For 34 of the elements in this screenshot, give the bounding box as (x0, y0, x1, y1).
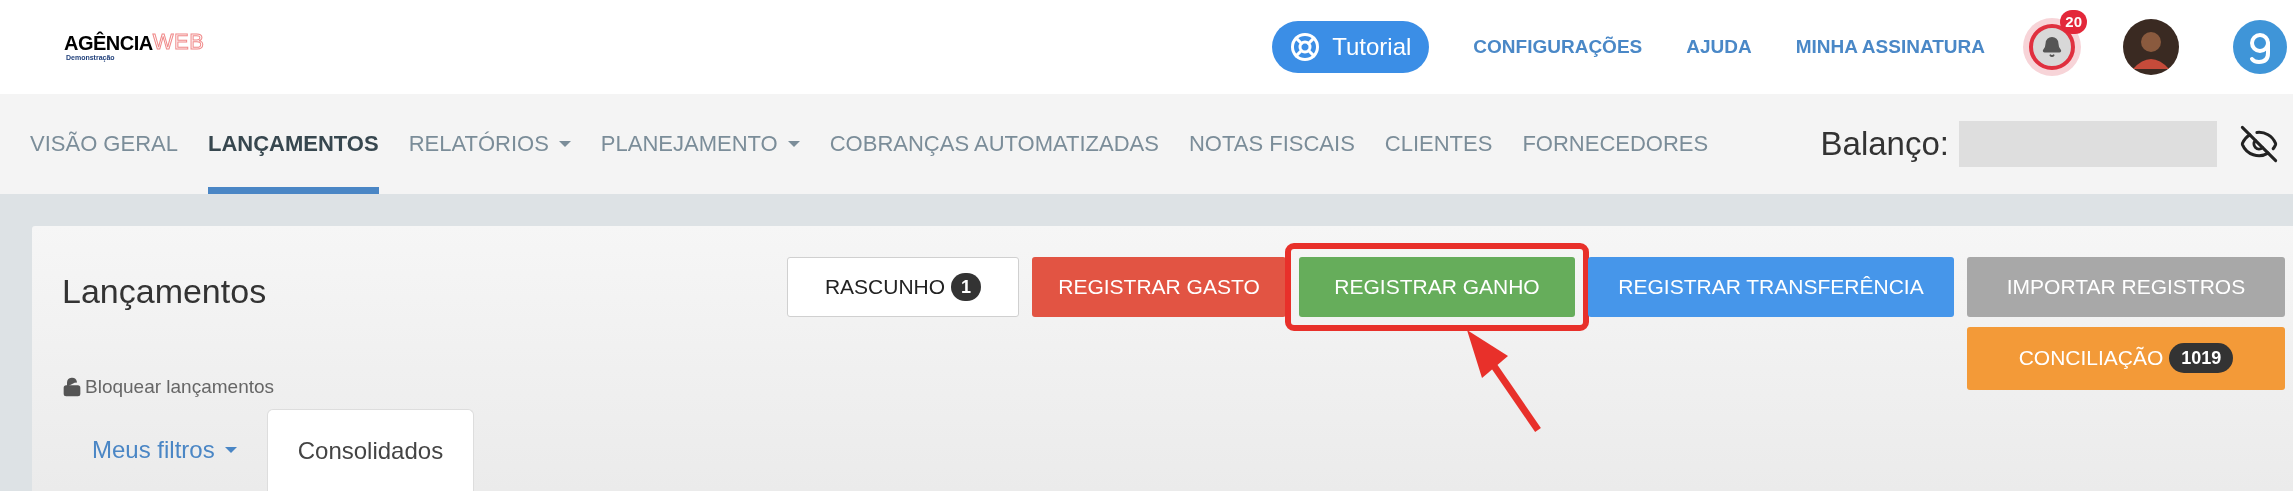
tutorial-button[interactable]: Tutorial (1272, 21, 1430, 74)
nav-tab[interactable]: CLIENTES (1384, 94, 1493, 194)
unlock-icon (62, 376, 82, 397)
avatar[interactable] (2123, 19, 2179, 76)
action-button[interactable]: IMPORTAR REGISTROS (1967, 256, 2285, 317)
hide-balance-icon[interactable] (2239, 123, 2279, 164)
action-button[interactable]: REGISTRAR GANHO (1299, 256, 1575, 317)
action-button[interactable]: REGISTRAR GASTO (1032, 256, 1286, 317)
nav-tab[interactable]: PLANEJAMENTO (600, 94, 800, 194)
balance-label: Balanço: (1820, 124, 1949, 165)
nav-tab[interactable]: LANÇAMENTOS (207, 94, 379, 194)
action-button[interactable]: REGISTRAR TRANSFERÊNCIA (1588, 256, 1954, 317)
notification-count: 20 (2060, 10, 2087, 35)
nav-tab[interactable]: COBRANÇAS AUTOMATIZADAS (829, 94, 1159, 194)
header-link[interactable]: MINHA ASSINATURA (1795, 32, 1985, 62)
lifebuoy-icon (1290, 32, 1321, 63)
app-logo-icon[interactable] (2233, 20, 2287, 75)
header-link[interactable]: CONFIGURAÇÕES (1473, 32, 1643, 62)
bell-icon (2041, 36, 2063, 59)
logo-wordmark: AGÊNCIA (64, 32, 153, 53)
page-title: Lançamentos (62, 270, 267, 311)
reconcile-button[interactable]: CONCILIAÇÃO 1019 (1967, 326, 2285, 390)
lock-entries-link[interactable]: Bloquear lançamentos (85, 372, 275, 401)
action-button[interactable]: RASCUNHO 1 (787, 256, 1019, 317)
logo-accent: WEB (152, 30, 205, 53)
header-link[interactable]: AJUDA (1686, 32, 1752, 62)
filter-tab[interactable]: Consolidados (266, 409, 475, 491)
nav-tab[interactable]: FORNECEDORES (1522, 94, 1709, 194)
count-badge: 1019 (2169, 343, 2234, 373)
nav-tab[interactable]: VISÃO GERAL (30, 94, 178, 194)
nav-tab[interactable]: NOTAS FISCAIS (1188, 94, 1355, 194)
filter-tab[interactable]: Meus filtros (62, 409, 267, 491)
count-badge: 1 (951, 272, 982, 301)
nav-tab[interactable]: RELATÓRIOS (408, 94, 571, 194)
